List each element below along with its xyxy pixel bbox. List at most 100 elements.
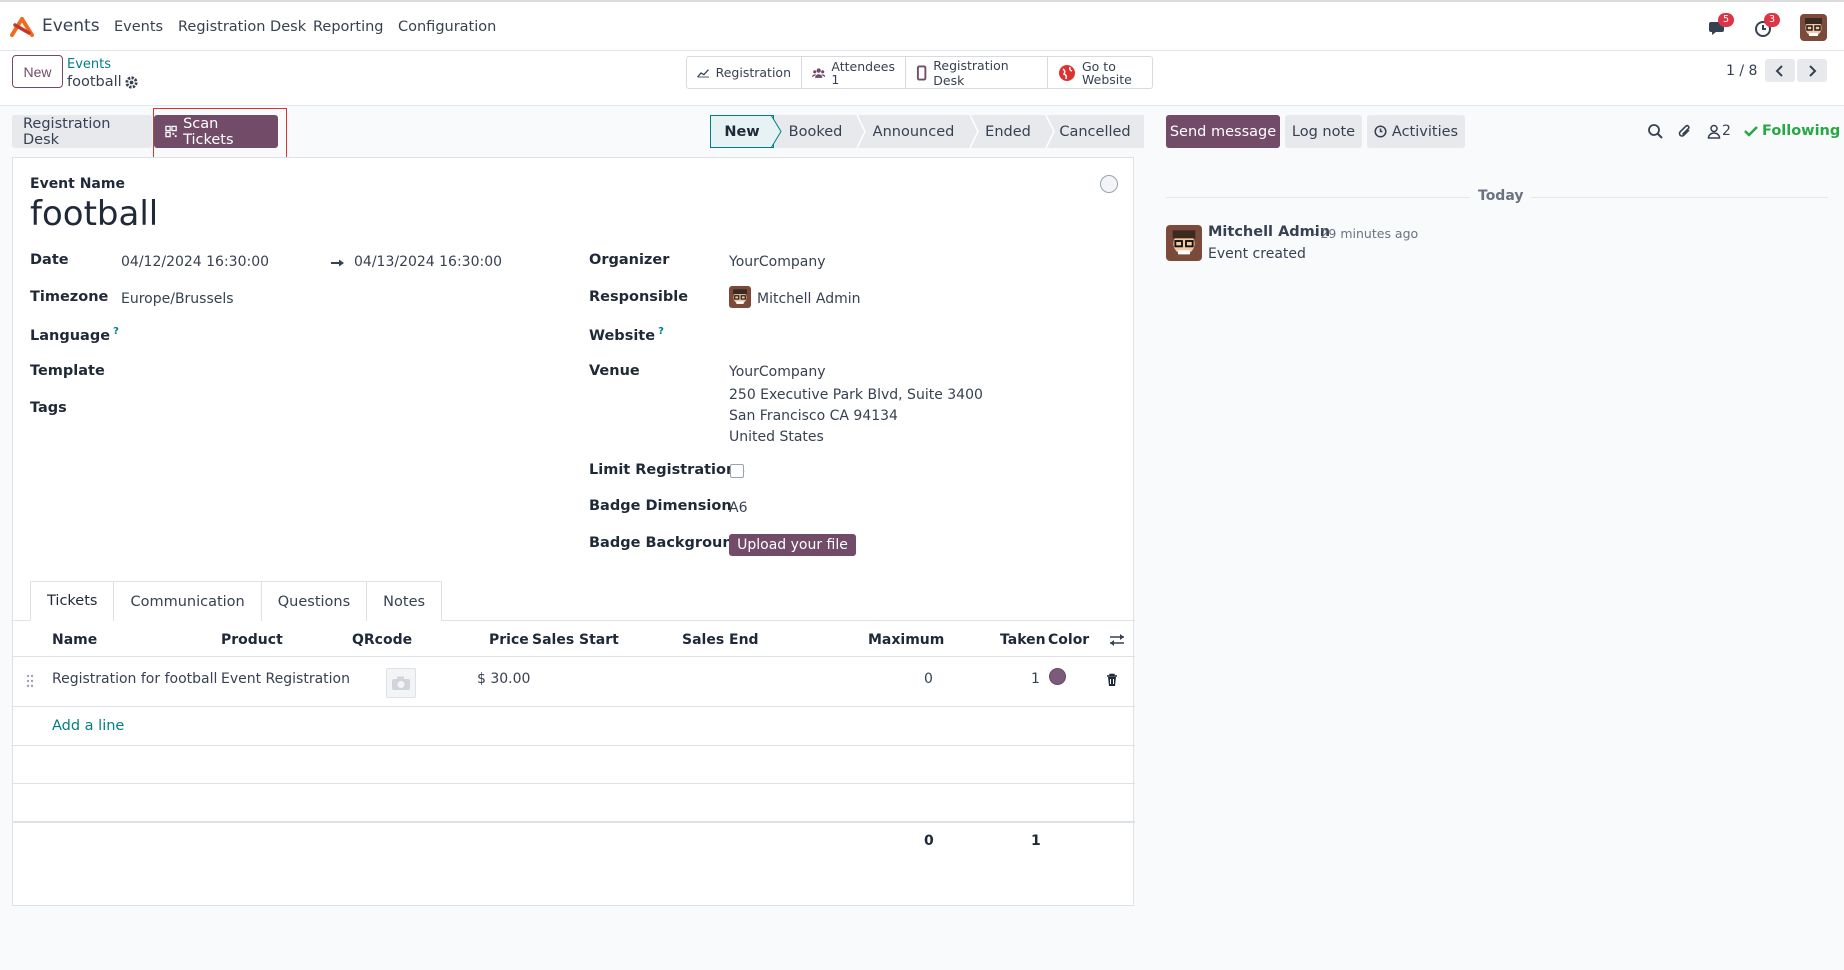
tab-tickets[interactable]: Tickets: [30, 581, 115, 621]
badge-background-label: Badge Background: [589, 535, 744, 551]
log-note-label: Log note: [1291, 123, 1356, 140]
smart-attendees-label: Attendees: [831, 58, 895, 74]
following-button[interactable]: Following: [1762, 123, 1840, 139]
venue-line[interactable]: YourCompany: [729, 364, 826, 380]
pager-previous-button[interactable]: [1765, 59, 1795, 82]
send-message-label: Send message: [1169, 123, 1277, 140]
add-a-line-link[interactable]: Add a line: [52, 718, 124, 734]
kanban-state-indicator[interactable]: [1100, 175, 1118, 193]
smart-attendees-count: 1: [831, 71, 840, 87]
menu-registration-desk[interactable]: Registration Desk: [178, 19, 306, 35]
activities-label: Activities: [1391, 123, 1459, 140]
message-avatar-image: [1166, 225, 1202, 261]
smart-button-registration[interactable]: Registration: [687, 57, 802, 88]
registration-desk-button-label: Registration Desk: [23, 115, 111, 148]
date-separator: Today: [1470, 188, 1532, 204]
timezone-label: Timezone: [30, 289, 109, 305]
smart-button-go-to-website[interactable]: Go to Website: [1048, 57, 1152, 88]
column-maximum[interactable]: Maximum: [868, 632, 944, 648]
menu-configuration[interactable]: Configuration: [398, 19, 496, 35]
tab-questions[interactable]: Questions: [260, 581, 368, 621]
organizer-field[interactable]: YourCompany: [729, 254, 826, 270]
venue-line: United States: [729, 429, 824, 445]
menu-events[interactable]: Events: [114, 19, 163, 35]
ticket-maximum[interactable]: 0: [924, 671, 933, 687]
row-divider: [13, 783, 1135, 784]
help-tooltip-icon[interactable]: ?: [658, 326, 664, 337]
events-app-logo-icon[interactable]: [10, 17, 34, 37]
ticket-price[interactable]: $ 30.00: [477, 671, 530, 687]
ticket-name[interactable]: Registration for football: [52, 671, 217, 687]
message-avatar[interactable]: [1166, 225, 1202, 261]
user-avatar[interactable]: [1800, 14, 1827, 41]
log-note-button[interactable]: Log note: [1285, 115, 1362, 148]
column-product[interactable]: Product: [221, 632, 283, 648]
limit-registrations-checkbox[interactable]: [730, 464, 744, 478]
badge-dimension-field[interactable]: A6: [729, 500, 747, 516]
row-divider: [13, 822, 1135, 823]
chevron-right-icon: [1809, 64, 1817, 77]
breadcrumb-current: football: [67, 74, 122, 90]
website-label: Website?: [589, 326, 664, 344]
search-icon[interactable]: [1647, 123, 1664, 140]
venue-line: San Francisco CA 94134: [729, 408, 898, 424]
smart-button-registration-desk[interactable]: Registration Desk: [906, 57, 1048, 88]
column-sales-end[interactable]: Sales End: [682, 632, 759, 648]
row-divider: [13, 745, 1135, 746]
check-icon: [1744, 126, 1758, 137]
pager-next-button[interactable]: [1797, 59, 1827, 82]
drag-handle-icon[interactable]: [26, 674, 34, 688]
ticket-color-swatch[interactable]: [1049, 668, 1066, 685]
control-panel: New Events football Registration Attende…: [0, 51, 1844, 106]
paperclip-icon[interactable]: [1677, 123, 1693, 140]
followers-count[interactable]: 2: [1722, 123, 1731, 139]
date-end-field[interactable]: 04/13/2024 16:30:00: [354, 254, 502, 270]
followers-user-icon[interactable]: [1707, 124, 1721, 139]
menu-reporting[interactable]: Reporting: [313, 19, 384, 35]
smart-button-attendees[interactable]: Attendees 1: [802, 57, 906, 88]
optional-columns-icon[interactable]: [1109, 633, 1125, 647]
trash-icon[interactable]: [1106, 673, 1118, 687]
event-name-label: Event Name: [30, 176, 125, 192]
responsible-field[interactable]: Mitchell Admin: [757, 291, 861, 307]
date-begin-field[interactable]: 04/12/2024 16:30:00: [121, 254, 269, 270]
send-message-button[interactable]: Send message: [1166, 115, 1280, 148]
column-taken[interactable]: Taken: [1000, 632, 1046, 648]
new-button[interactable]: New: [12, 55, 63, 88]
total-maximum: 0: [924, 833, 934, 849]
column-color[interactable]: Color: [1048, 632, 1089, 648]
arrow-right-icon: [331, 259, 344, 267]
ticket-product[interactable]: Event Registration: [221, 671, 350, 687]
smart-registration-label: Registration: [715, 65, 791, 80]
venue-line: 250 Executive Park Blvd, Suite 3400: [729, 387, 983, 403]
tab-notes[interactable]: Notes: [366, 581, 443, 621]
pager-value[interactable]: 1 / 8: [1726, 63, 1757, 79]
smart-website-label: Website: [1082, 71, 1132, 87]
activities-badge: 3: [1764, 13, 1780, 27]
column-sales-start[interactable]: Sales Start: [532, 632, 619, 648]
stage-separators: [770, 115, 1055, 148]
breadcrumb-events-link[interactable]: Events: [67, 57, 111, 72]
scan-tickets-button[interactable]: Scan Tickets: [154, 115, 278, 148]
timezone-field[interactable]: Europe/Brussels: [121, 291, 234, 307]
tab-communication[interactable]: Communication: [113, 581, 262, 621]
organizer-label: Organizer: [589, 252, 670, 268]
top-navbar: Events Events Registration Desk Reportin…: [0, 0, 1844, 51]
event-name-field[interactable]: football: [30, 194, 158, 234]
venue-label: Venue: [589, 363, 640, 379]
column-price[interactable]: Price: [489, 632, 529, 648]
qrcode-image-placeholder[interactable]: [386, 668, 416, 698]
limit-registrations-label: Limit Registrations: [589, 462, 745, 478]
gear-icon[interactable]: [124, 75, 139, 90]
responsible-avatar[interactable]: [729, 286, 751, 308]
app-name[interactable]: Events: [42, 16, 100, 36]
column-name[interactable]: Name: [52, 632, 97, 648]
upload-file-button[interactable]: Upload your file: [729, 534, 856, 556]
activities-button[interactable]: Activities: [1367, 115, 1465, 148]
globe-icon: [1059, 64, 1075, 81]
help-tooltip-icon[interactable]: ?: [113, 326, 119, 337]
column-qrcode[interactable]: QRcode: [352, 632, 412, 648]
line-chart-icon: [697, 68, 710, 77]
mobile-icon: [916, 64, 927, 81]
registration-desk-button[interactable]: Registration Desk: [12, 115, 152, 148]
